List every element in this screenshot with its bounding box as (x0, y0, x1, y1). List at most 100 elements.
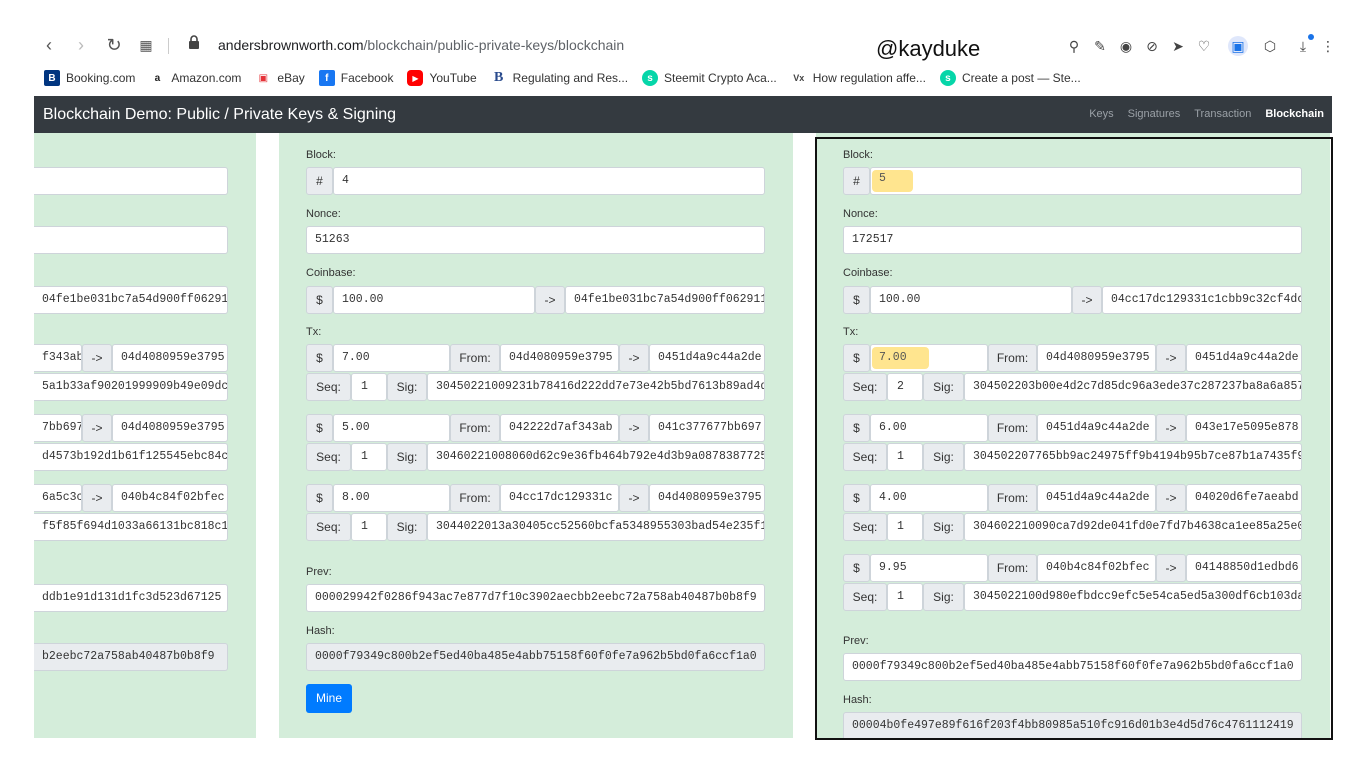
send-icon[interactable]: ➤ (1168, 36, 1188, 56)
nonce-label: Nonce: (306, 208, 341, 220)
tx-arrow: -> (619, 414, 649, 442)
block-number-input[interactable] (34, 167, 228, 195)
tx-sig-input[interactable]: 5a1b33af90201999909b49e09dc5 (34, 373, 228, 401)
tx-to-input[interactable]: 0451d4a9c44a2de (649, 344, 765, 372)
bookmark-item[interactable]: s Create a post — Ste... (939, 70, 1081, 86)
bookmark-label: Amazon.com (171, 71, 242, 85)
tx-sig-input[interactable]: 30450221009231b78416d222dd7e73e42b5bd761… (427, 373, 765, 401)
tx-seq-input[interactable]: 1 (351, 513, 387, 541)
extensions-cube-icon[interactable]: ⬡ (1260, 36, 1280, 56)
tx-value-input[interactable]: 5.00 (333, 414, 450, 442)
tx-to-input[interactable]: 04d4080959e3795 (649, 484, 765, 512)
tx-to-input[interactable]: 04d4080959e3795 (112, 414, 228, 442)
bookmark-item[interactable]: B Regulating and Res... (490, 70, 629, 86)
tx-seq-label: Seq: (306, 373, 351, 401)
tx-sig-input[interactable]: f5f85f694d1033a66131bc818c18 (34, 513, 228, 541)
forward-icon[interactable]: › (70, 34, 92, 56)
tx-from-label: From: (450, 414, 500, 442)
tx-arrow: -> (82, 484, 112, 512)
tx-from-input[interactable]: 7bb697 (34, 414, 82, 442)
prev-label: Prev: (306, 566, 332, 578)
back-icon[interactable]: ‹ (38, 34, 60, 56)
zoom-icon[interactable]: ⚲ (1064, 36, 1084, 56)
hash-label: Hash: (306, 625, 335, 637)
prev-hash-input[interactable]: ddb1e91d131d1fc3d523d67125 (34, 584, 228, 612)
tx-from-input[interactable]: 6a5c3c (34, 484, 82, 512)
heart-icon[interactable]: ♡ (1194, 36, 1214, 56)
tx-from-input[interactable]: 042222d7af343ab (500, 414, 619, 442)
bookmark-item[interactable]: ▣ eBay (255, 70, 305, 86)
tx-sig-input[interactable]: 30460221008060d62c9e36fb464b792e4d3b9a08… (427, 443, 765, 471)
tx-sig-input[interactable]: d4573b192d1b61f125545ebc84c5l (34, 443, 228, 471)
tx-arrow: -> (82, 344, 112, 372)
tx-seq-label: Seq: (306, 443, 351, 471)
tx-to-input[interactable]: 041c377677bb697 (649, 414, 765, 442)
bookmark-item[interactable]: Vx How regulation affe... (790, 70, 926, 86)
nav-blockchain[interactable]: Blockchain (1265, 108, 1324, 120)
app-nav-links: Keys Signatures Transaction Blockchain (1089, 108, 1324, 120)
tx-from-input[interactable]: f343ab (34, 344, 82, 372)
dollar-symbol: $ (306, 414, 333, 442)
dollar-symbol: $ (306, 286, 333, 314)
block-number-input[interactable]: 4 (333, 167, 765, 195)
bookmark-label: Create a post — Ste... (961, 71, 1081, 85)
nav-signatures[interactable]: Signatures (1128, 108, 1181, 120)
download-badge (1308, 34, 1314, 40)
app-title[interactable]: Blockchain Demo: Public / Private Keys &… (43, 106, 396, 124)
tx-from-input[interactable]: 04d4080959e3795 (500, 344, 619, 372)
mine-button[interactable]: Mine (306, 684, 352, 713)
tx-arrow: -> (619, 484, 649, 512)
b-icon: B (490, 70, 507, 86)
bookmark-label: Facebook (340, 71, 394, 85)
tx-sig-label: Sig: (387, 513, 427, 541)
youtube-icon: ▶ (407, 70, 424, 86)
apps-grid-icon[interactable]: ▦ (135, 34, 157, 56)
coinbase-to-input[interactable]: 04fe1be031bc7a54d900ff062911 (565, 286, 765, 314)
app-navbar: Blockchain Demo: Public / Private Keys &… (34, 96, 1332, 133)
tx-from-label: From: (450, 484, 500, 512)
coinbase-value-input[interactable]: 100.00 (333, 286, 535, 314)
bookmark-item[interactable]: ▶ YouTube (407, 70, 477, 86)
tx-arrow: -> (82, 414, 112, 442)
translate-icon[interactable]: ▣ (1228, 36, 1248, 56)
nonce-input[interactable]: 51263 (306, 226, 765, 254)
bookmark-label: Steemit Crypto Aca... (664, 71, 777, 85)
prev-hash-input[interactable]: 000029942f0286f943ac7e877d7f10c3902aecbb… (306, 584, 765, 612)
tx-from-input[interactable]: 04cc17dc129331c (500, 484, 619, 512)
block-hash-symbol: # (306, 167, 333, 195)
bookmark-item[interactable]: s Steemit Crypto Aca... (642, 70, 777, 86)
edit-icon[interactable]: ✎ (1090, 36, 1110, 56)
bookmark-label: Regulating and Res... (512, 71, 629, 85)
camera-icon[interactable]: ◉ (1116, 36, 1136, 56)
reload-icon[interactable]: ↻ (103, 34, 125, 56)
tx-seq-input[interactable]: 1 (351, 373, 387, 401)
lock-icon[interactable] (183, 34, 205, 56)
tx-to-input[interactable]: 04d4080959e3795 (112, 344, 228, 372)
nonce-input[interactable] (34, 226, 228, 254)
menu-kebab-icon[interactable]: ⋮ (1318, 36, 1338, 56)
hash-field: 0000f79349c800b2ef5ed40ba485e4abb75158f6… (306, 643, 765, 671)
tx-to-input[interactable]: 040b4c84f02bfec (112, 484, 228, 512)
ebay-icon: ▣ (255, 70, 272, 86)
url-path: /blockchain/public-private-keys/blockcha… (363, 37, 625, 53)
tx-value-input[interactable]: 8.00 (333, 484, 450, 512)
nav-transaction[interactable]: Transaction (1194, 108, 1251, 120)
coinbase-to-input[interactable]: 04fe1be031bc7a54d900ff062911 (34, 286, 228, 314)
bookmark-item[interactable]: a Amazon.com (149, 70, 241, 86)
bookmark-item[interactable]: B Booking.com (44, 70, 135, 86)
blocked-icon[interactable]: ⊘ (1142, 36, 1162, 56)
tx-from-label: From: (450, 344, 500, 372)
nav-keys[interactable]: Keys (1089, 108, 1113, 120)
url-host: andersbrownworth.com (218, 37, 364, 53)
amazon-icon: a (149, 70, 166, 86)
tx-sig-input[interactable]: 3044022013a30405cc52560bcfa5348955303bad… (427, 513, 765, 541)
tx-sig-label: Sig: (387, 373, 427, 401)
bookmark-item[interactable]: f Facebook (318, 70, 394, 86)
tx-seq-label: Seq: (306, 513, 351, 541)
address-bar[interactable]: andersbrownworth.com/blockchain/public-p… (218, 37, 624, 53)
bookmarks-bar: B Booking.com a Amazon.com ▣ eBay f Facebook… (44, 68, 1081, 88)
tx-value-input[interactable]: 7.00 (333, 344, 450, 372)
tx-seq-input[interactable]: 1 (351, 443, 387, 471)
coinbase-label: Coinbase: (306, 267, 356, 279)
highlight-frame (815, 137, 1333, 740)
